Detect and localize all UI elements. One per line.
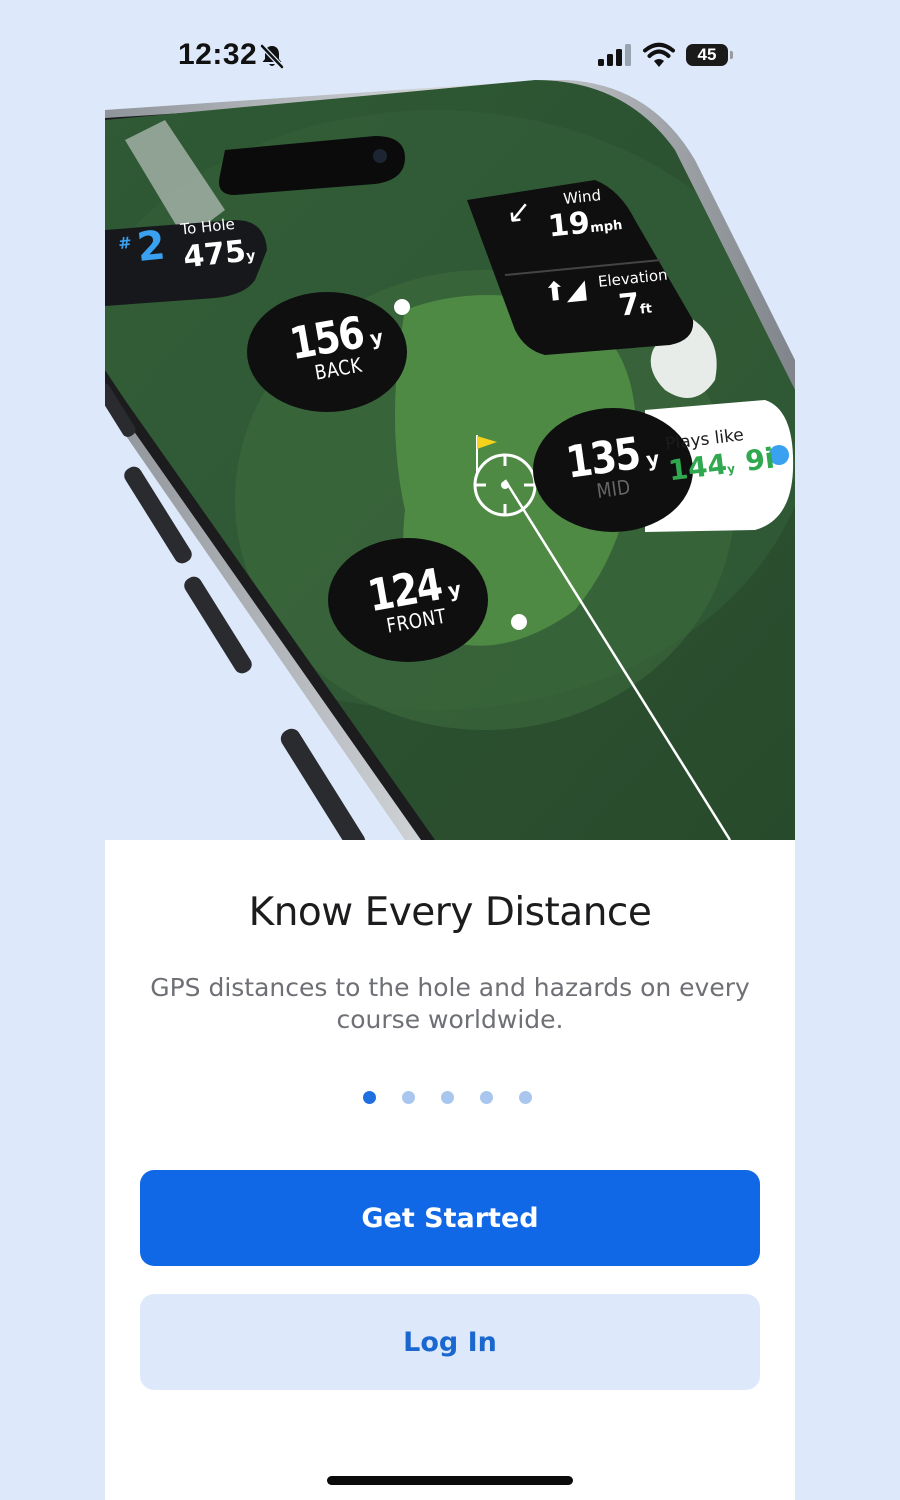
get-started-button[interactable]: Get Started (140, 1170, 760, 1266)
elevation-icon: ⬆◢ (542, 274, 588, 309)
log-in-button[interactable]: Log In (140, 1294, 760, 1390)
page-dot-5[interactable] (519, 1091, 532, 1104)
wifi-icon (643, 42, 675, 67)
elevation-value: 7 (616, 286, 642, 324)
elevation-unit: ft (639, 301, 653, 318)
onboarding-card: Know Every Distance GPS distances to the… (105, 840, 795, 1500)
page-dot-1[interactable] (363, 1091, 376, 1104)
page-dot-2[interactable] (402, 1091, 415, 1104)
page-dot-3[interactable] (441, 1091, 454, 1104)
page-title: Know Every Distance (248, 890, 652, 935)
battery-level: 45 (686, 44, 728, 66)
page-dot-4[interactable] (480, 1091, 493, 1104)
cellular-signal-icon (598, 44, 631, 66)
plays-like-club: 9i (743, 441, 777, 478)
hole-prefix: # (117, 232, 133, 254)
battery-nub (730, 51, 733, 59)
page-subtitle: GPS distances to the hole and hazards on… (150, 973, 750, 1034)
hole-number: 2 (134, 222, 168, 272)
bell-slash-icon (260, 44, 284, 69)
status-time: 12:32 (178, 38, 258, 71)
battery-icon: 45 (686, 44, 734, 68)
hero-illustration: # 2 To Hole 475y ↙ Wind 19mph ⬆◢ Elevati… (105, 80, 795, 840)
plays-like-value: 144 (666, 447, 729, 488)
wind-arrow-icon: ↙ (504, 193, 534, 231)
page-indicator (363, 1091, 532, 1105)
home-indicator[interactable] (327, 1476, 573, 1485)
wind-unit: mph (589, 217, 624, 237)
mid-distance: 135 y MID (557, 425, 665, 507)
to-hole-distance: 475 (181, 233, 248, 276)
plays-like-unit: y (726, 461, 736, 477)
wind-value: 19 (546, 205, 592, 245)
to-hole-unit: y (245, 247, 257, 265)
